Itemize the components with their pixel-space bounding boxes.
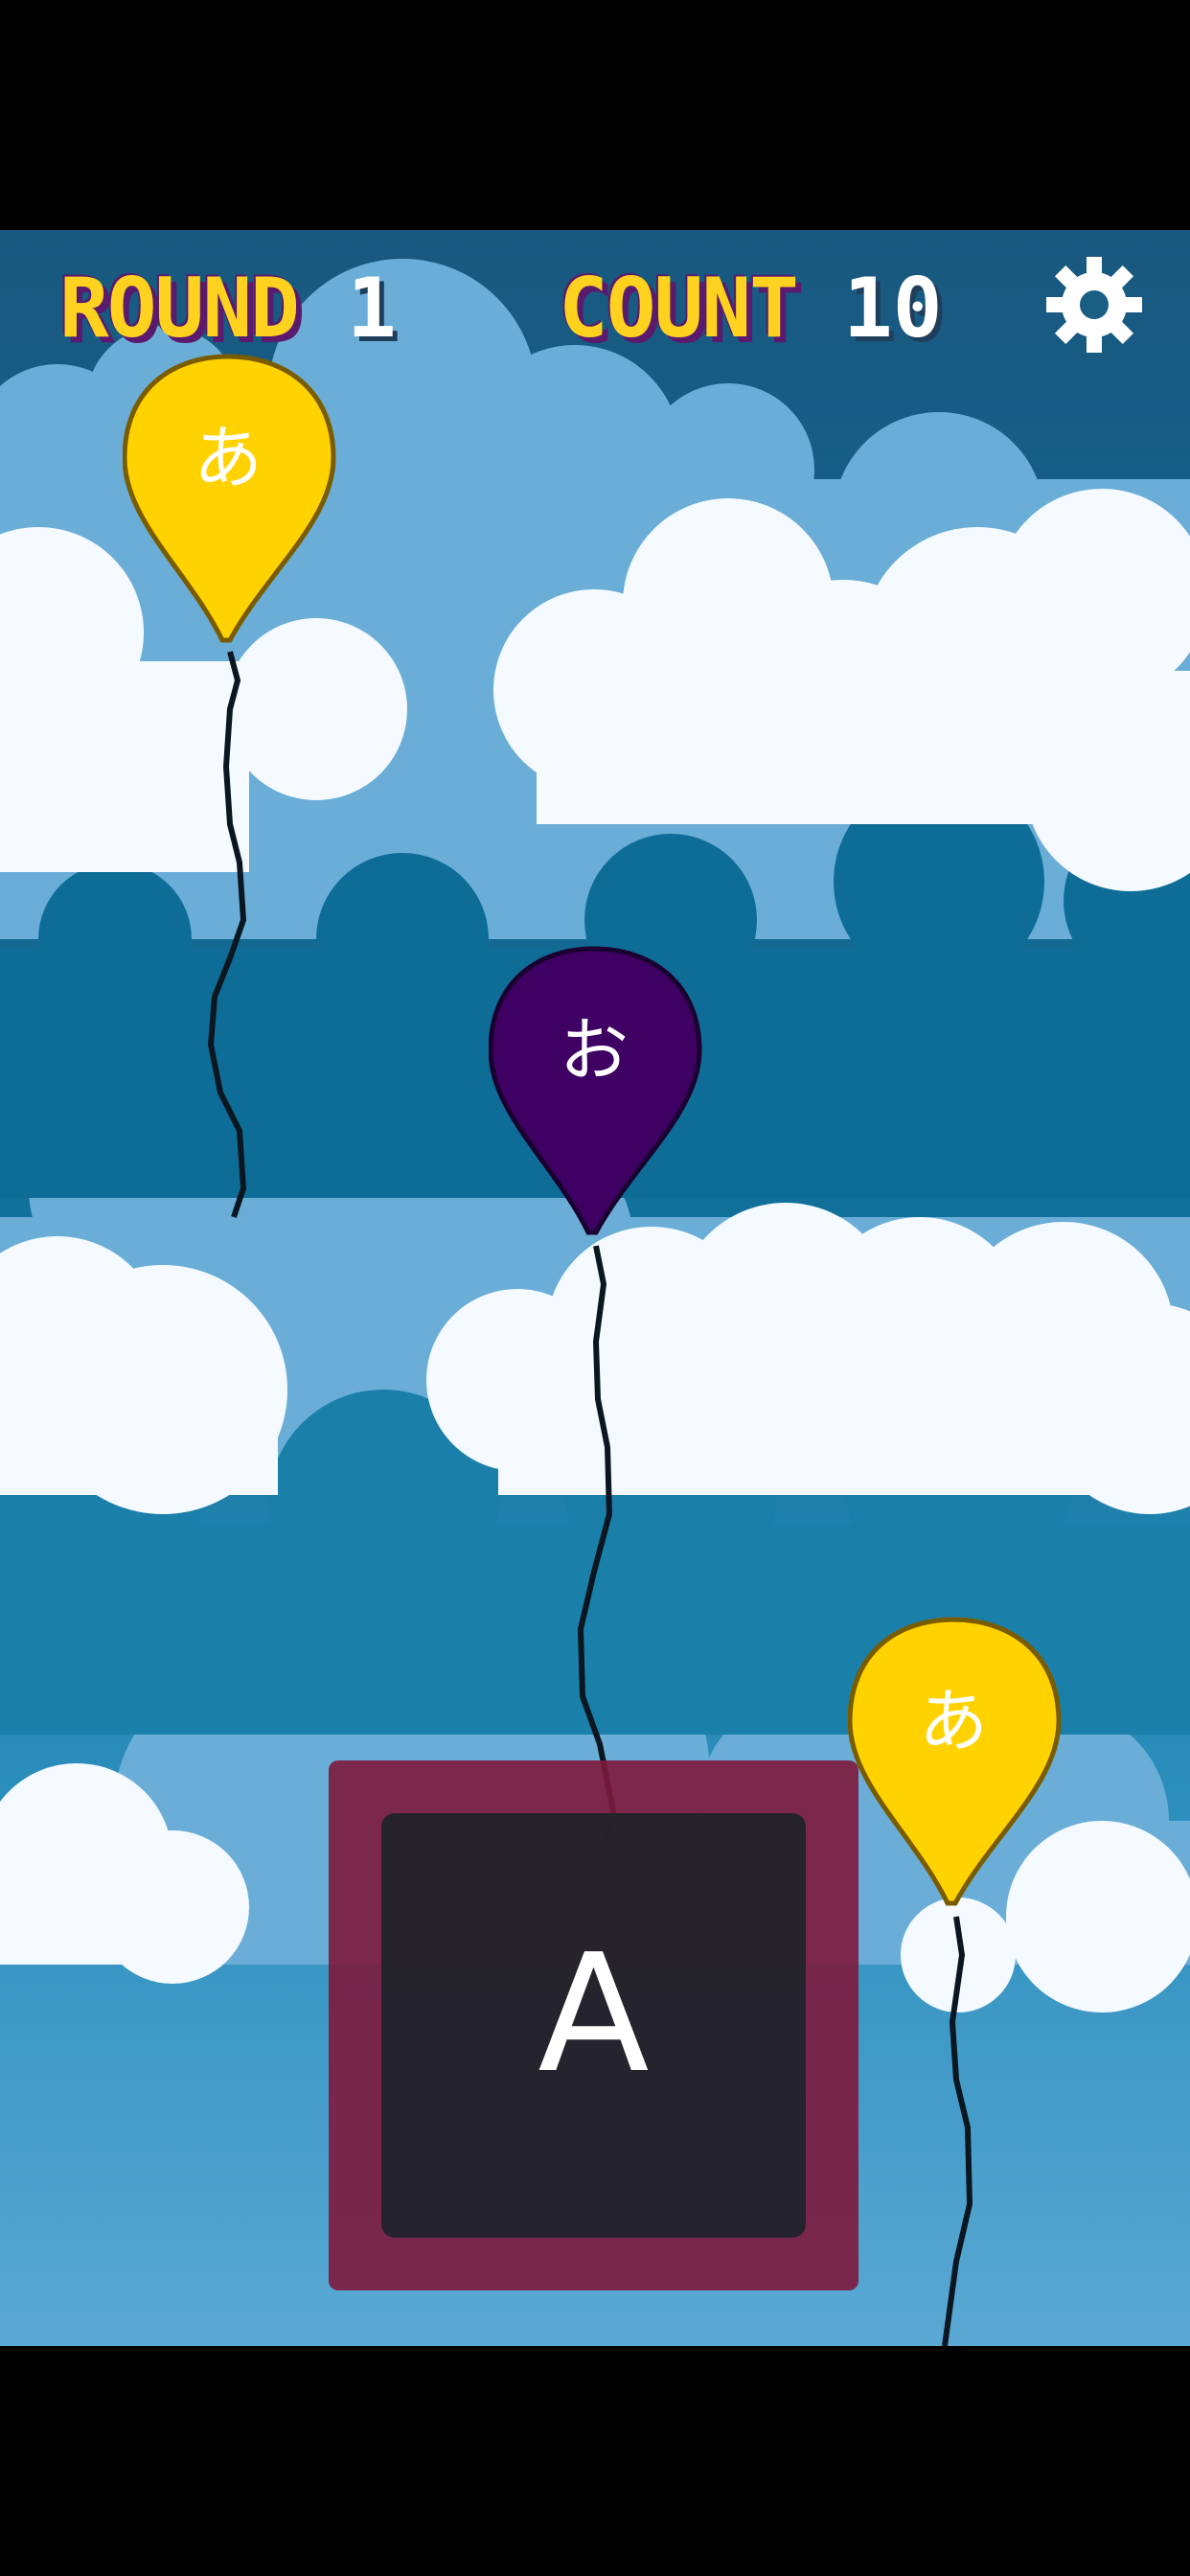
balloon-glyph: あ <box>918 1681 988 1761</box>
answer-panel[interactable]: A <box>329 1760 858 2290</box>
gear-icon[interactable] <box>1046 257 1142 353</box>
game-area[interactable]: ROUND 1 COUNT 10 あ お あ A <box>0 230 1190 2346</box>
answer-letter: A <box>538 1920 650 2109</box>
count-label: COUNT <box>559 261 799 356</box>
balloon-glyph: あ <box>193 418 263 498</box>
round-label: ROUND <box>59 261 300 356</box>
round-value: 1 <box>347 261 397 356</box>
count-value: 10 <box>843 261 943 356</box>
balloon[interactable]: お <box>488 945 709 1261</box>
balloon[interactable]: あ <box>122 353 343 669</box>
balloon[interactable]: あ <box>847 1616 1068 1932</box>
balloon-glyph: お <box>559 1010 629 1091</box>
answer-panel-inner: A <box>381 1813 806 2238</box>
